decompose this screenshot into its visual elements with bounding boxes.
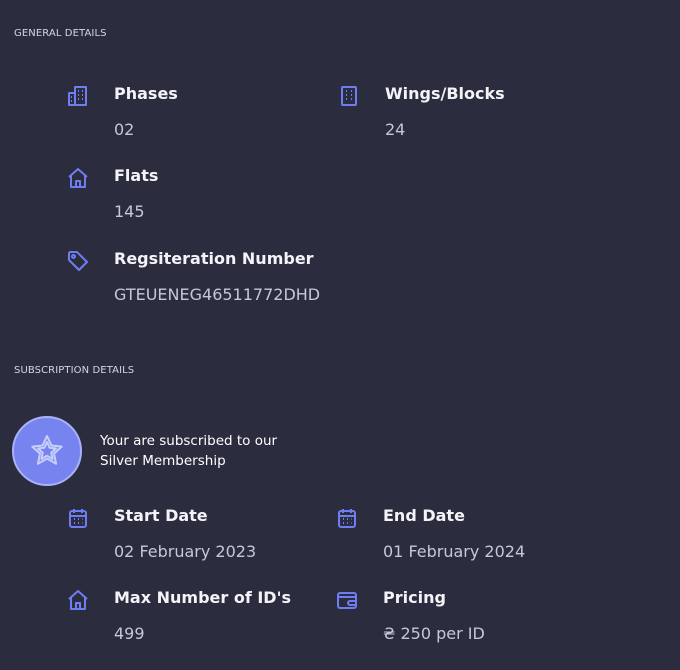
start-date-value: 02 February 2023	[114, 542, 257, 561]
tag-icon	[66, 249, 90, 273]
phases-value: 02	[114, 120, 135, 139]
flats-value: 145	[114, 202, 145, 221]
details-panel: GENERAL DETAILS Phases 02 Wings/Blocks 2…	[0, 0, 680, 670]
end-date-value: 01 February 2024	[383, 542, 526, 561]
building-icon	[66, 84, 90, 108]
home-icon	[66, 166, 90, 190]
wings-blocks-value: 24	[385, 120, 406, 139]
subscription-details-title: SUBSCRIPTION DETAILS	[14, 365, 135, 376]
pricing-value: ₴ 250 per ID	[383, 624, 485, 643]
building-blocks-icon	[337, 84, 361, 108]
registration-label: Regsiteration Number	[114, 249, 314, 268]
max-ids-field: Max Number of ID's 499	[66, 588, 316, 648]
end-date-field: End Date 01 February 2024	[335, 506, 585, 566]
membership-plan-name: Silver Membership	[100, 453, 226, 469]
flats-label: Flats	[114, 166, 159, 185]
wings-blocks-field: Wings/Blocks 24	[337, 84, 577, 144]
home-icon	[66, 588, 90, 612]
start-date-field: Start Date 02 February 2023	[66, 506, 316, 566]
general-details-title: GENERAL DETAILS	[14, 28, 107, 39]
wings-blocks-label: Wings/Blocks	[385, 84, 505, 103]
registration-field: Regsiteration Number GTEUENEG46511772DHD	[66, 249, 366, 309]
wallet-icon	[335, 588, 359, 612]
membership-message-line1: Your are subscribed to our	[100, 433, 278, 449]
phases-field: Phases 02	[66, 84, 306, 144]
pricing-field: Pricing ₴ 250 per ID	[335, 588, 585, 648]
end-date-label: End Date	[383, 506, 465, 525]
max-ids-value: 499	[114, 624, 145, 643]
membership-badge	[12, 416, 82, 486]
calendar-icon	[66, 506, 90, 530]
phases-label: Phases	[114, 84, 178, 103]
max-ids-label: Max Number of ID's	[114, 588, 292, 607]
calendar-icon	[335, 506, 359, 530]
pricing-label: Pricing	[383, 588, 446, 607]
membership-message: Your are subscribed to our Silver Member…	[100, 431, 277, 471]
registration-value: GTEUENEG46511772DHD	[114, 285, 321, 304]
flats-field: Flats 145	[66, 166, 306, 226]
star-badge-icon	[27, 431, 67, 471]
start-date-label: Start Date	[114, 506, 208, 525]
